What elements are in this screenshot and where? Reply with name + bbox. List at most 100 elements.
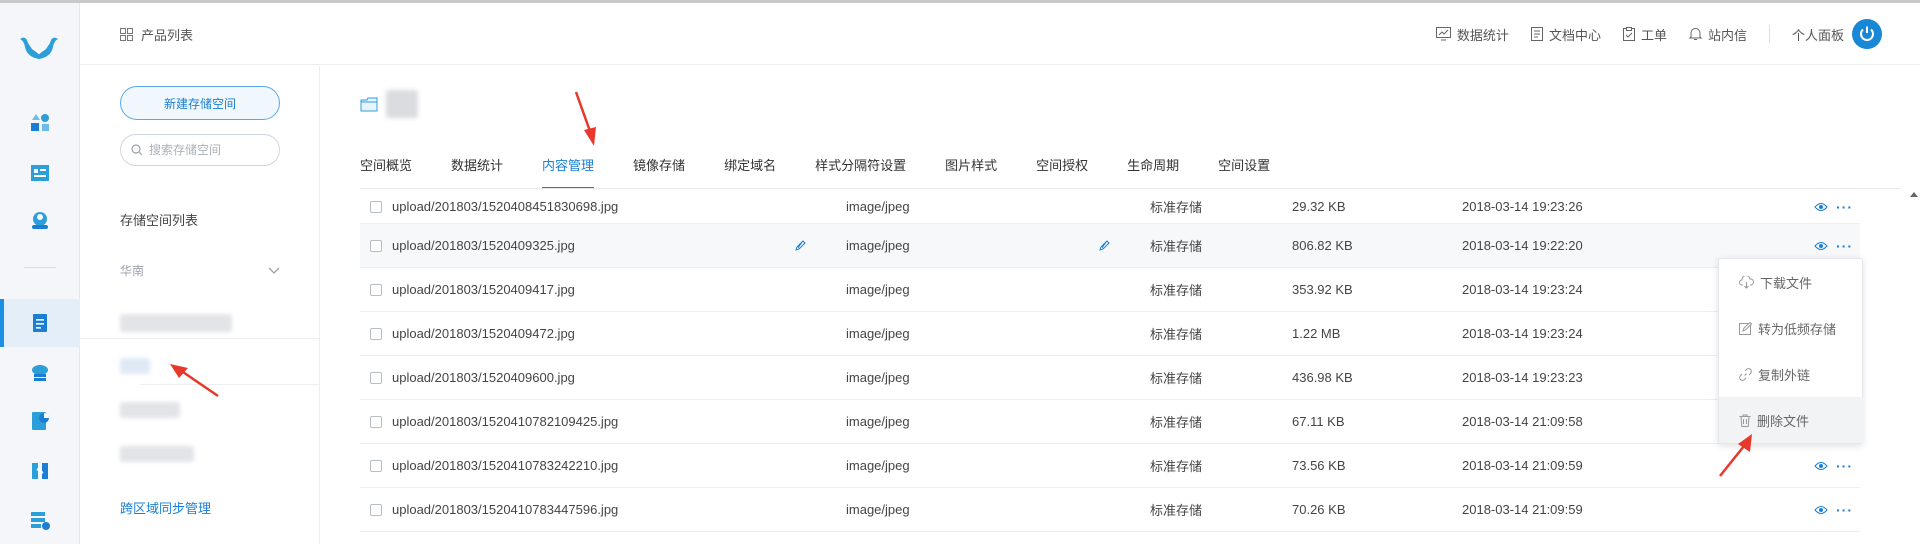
tab-overview[interactable]: 空间概览 — [360, 154, 412, 190]
bucket-item-blurred[interactable] — [120, 402, 180, 418]
transfer-icon[interactable] — [28, 459, 52, 483]
breadcrumb[interactable]: 产品列表 — [120, 25, 193, 44]
list-card-icon[interactable] — [28, 161, 52, 185]
tab-domain[interactable]: 绑定域名 — [724, 154, 776, 190]
rail-divider — [24, 267, 56, 268]
cross-region-sync-link[interactable]: 跨区域同步管理 — [120, 498, 211, 517]
file-type: image/jpeg — [846, 370, 910, 385]
bucket-item-selected-blurred[interactable] — [120, 358, 150, 374]
document-icon[interactable] — [28, 311, 52, 335]
power-icon[interactable] — [1852, 19, 1882, 49]
nav-profile[interactable]: 个人面板 — [1792, 25, 1844, 44]
file-size: 67.11 KB — [1292, 414, 1345, 429]
table-row[interactable]: upload/201803/1520409600.jpg image/jpeg … — [360, 356, 1860, 400]
scrollbar[interactable] — [1908, 190, 1920, 544]
nav-data-stats[interactable]: 数据统计 — [1435, 25, 1509, 44]
storage-class: 标准存储 — [1150, 459, 1203, 474]
row-checkbox[interactable] — [370, 283, 382, 296]
tab-stats[interactable]: 数据统计 — [451, 154, 503, 190]
header-nav: 数据统计 文档中心 工单 站内信 个人面板 — [1414, 16, 1882, 52]
region-selector[interactable]: 华南 — [120, 262, 280, 279]
more-actions-icon[interactable]: ··· — [1836, 239, 1853, 253]
chevron-down-icon — [268, 267, 280, 274]
row-checkbox[interactable] — [370, 503, 382, 516]
tab-style-separator[interactable]: 样式分隔符设置 — [815, 154, 906, 190]
server-list-icon[interactable] — [28, 509, 52, 533]
file-size: 70.26 KB — [1292, 502, 1346, 517]
tab-underline — [360, 188, 1900, 189]
logo-icon — [20, 37, 58, 59]
table-row[interactable]: upload/201803/1520410782109425.jpg image… — [360, 400, 1860, 444]
bell-icon — [1688, 28, 1702, 40]
dashboard-icon[interactable] — [28, 111, 52, 135]
row-checkbox[interactable] — [370, 415, 382, 428]
annotation-arrow-icon — [1719, 434, 1752, 477]
storage-class: 标准存储 — [1150, 503, 1203, 518]
table-row[interactable]: upload/201803/1520408451830698.jpg image… — [360, 190, 1860, 224]
more-actions-icon[interactable]: ··· — [1836, 503, 1853, 517]
edit-pencil-icon[interactable] — [794, 239, 807, 252]
menu-download-file[interactable]: 下载文件 — [1719, 259, 1864, 305]
content-tabs: 空间概览 数据统计 内容管理 镜像存储 绑定域名 样式分隔符设置 图片样式 空间… — [360, 154, 1309, 190]
nav-messages[interactable]: 站内信 — [1688, 25, 1747, 44]
preview-eye-icon[interactable] — [1814, 241, 1828, 251]
more-actions-icon[interactable]: ··· — [1836, 200, 1853, 214]
storage-class: 标准存储 — [1150, 239, 1203, 254]
annotation-arrow-icon — [574, 91, 596, 146]
file-size: 436.98 KB — [1292, 370, 1353, 385]
bucket-search-input[interactable] — [149, 143, 269, 157]
file-type: image/jpeg — [846, 238, 910, 253]
rail-active-indicator — [0, 299, 4, 347]
row-checkbox[interactable] — [370, 371, 382, 384]
preview-eye-icon[interactable] — [1814, 461, 1828, 471]
preview-eye-icon[interactable] — [1814, 202, 1828, 212]
edit-pencil-icon[interactable] — [1098, 239, 1111, 252]
upload-time: 2018-03-14 21:09:59 — [1462, 458, 1583, 473]
tab-mirror[interactable]: 镜像存储 — [633, 154, 685, 190]
nav-docs[interactable]: 文档中心 — [1530, 25, 1601, 44]
tab-image-style[interactable]: 图片样式 — [945, 154, 997, 190]
tab-lifecycle[interactable]: 生命周期 — [1127, 154, 1179, 190]
table-row[interactable]: upload/201803/1520410783447596.jpg image… — [360, 488, 1860, 532]
tab-authorization[interactable]: 空间授权 — [1036, 154, 1088, 190]
new-bucket-button[interactable]: 新建存储空间 — [120, 86, 280, 120]
upload-time: 2018-03-14 19:23:23 — [1462, 370, 1583, 385]
bucket-name-blurred — [386, 90, 418, 118]
chart-monitor-icon — [1435, 27, 1451, 41]
row-checkbox[interactable] — [370, 327, 382, 340]
menu-copy-link[interactable]: 复制外链 — [1719, 351, 1864, 397]
table-row[interactable]: upload/201803/1520409417.jpg image/jpeg … — [360, 268, 1860, 312]
bucket-search[interactable] — [120, 134, 280, 166]
file-type: image/jpeg — [846, 502, 910, 517]
cloud-user-icon[interactable] — [28, 209, 52, 233]
bucket-item-blurred[interactable] — [120, 314, 232, 332]
cloud-storage-icon[interactable] — [28, 361, 52, 385]
menu-convert-low-freq[interactable]: 转为低频存储 — [1719, 305, 1864, 351]
tab-settings[interactable]: 空间设置 — [1218, 154, 1270, 190]
bucket-item-blurred[interactable] — [120, 446, 194, 462]
file-name: upload/201803/1520410783242210.jpg — [392, 458, 619, 473]
table-row[interactable]: upload/201803/1520410783242210.jpg image… — [360, 444, 1860, 488]
annotation-arrow-icon — [170, 364, 219, 398]
more-actions-icon[interactable]: ··· — [1836, 459, 1853, 473]
preview-eye-icon[interactable] — [1814, 505, 1828, 515]
bucket-panel: 新建存储空间 存储空间列表 华南 跨区域同步管理 — [80, 66, 320, 544]
file-table: upload/201803/1520408451830698.jpg image… — [360, 190, 1860, 532]
storage-class: 标准存储 — [1150, 283, 1203, 298]
clipboard-icon — [1622, 27, 1635, 41]
table-row[interactable]: upload/201803/1520409472.jpg image/jpeg … — [360, 312, 1860, 356]
icon-rail — [0, 3, 80, 544]
cloud-download-icon — [1739, 275, 1754, 289]
main-content: 空间概览 数据统计 内容管理 镜像存储 绑定域名 样式分隔符设置 图片样式 空间… — [320, 66, 1920, 544]
row-checkbox[interactable] — [370, 459, 382, 472]
row-checkbox[interactable] — [370, 200, 382, 213]
pie-report-icon[interactable] — [28, 409, 52, 433]
link-icon — [1739, 367, 1752, 381]
storage-class: 标准存储 — [1150, 371, 1203, 386]
row-checkbox[interactable] — [370, 239, 382, 252]
nav-tickets[interactable]: 工单 — [1622, 25, 1667, 44]
folder-icon — [360, 97, 378, 112]
table-row[interactable]: upload/201803/1520409325.jpg image/jpeg … — [360, 224, 1860, 268]
tab-content-management[interactable]: 内容管理 — [542, 154, 595, 190]
bucket-list-title: 存储空间列表 — [120, 213, 199, 228]
